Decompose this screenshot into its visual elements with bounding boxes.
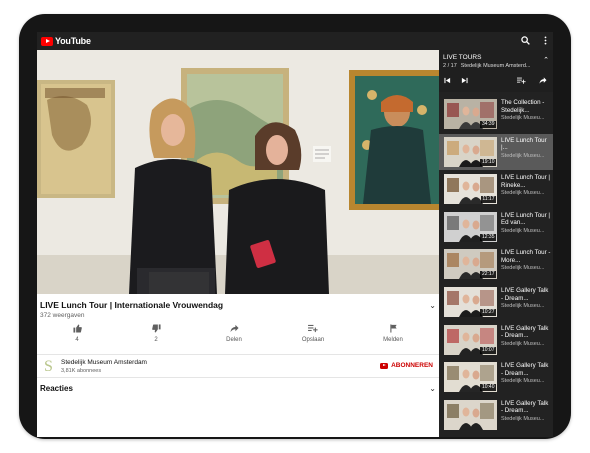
video-duration: 11:17 <box>480 196 496 204</box>
playlist-item-title: LIVE Gallery Talk - Dream... <box>501 362 549 377</box>
dislike-count: 2 <box>154 337 158 343</box>
comments-header[interactable]: Reacties ⌄ <box>40 384 436 393</box>
video-duration: 10:07 <box>480 346 496 354</box>
top-bar: YouTube <box>37 32 553 50</box>
playlist-item-title: LIVE Gallery Talk - Dream... <box>501 324 549 340</box>
video-thumbnail[interactable]: 12:35 <box>444 211 497 242</box>
playlist-item[interactable]: 12:35 LIVE Lunch Tour | Ed van... Stedelij… <box>439 209 553 245</box>
video-thumbnail[interactable]: 22:17 <box>444 249 497 280</box>
share-icon[interactable] <box>539 77 547 86</box>
thumbs-down-icon <box>136 324 176 335</box>
playlist-header: LIVE TOURS 2 / 17 Stedelijk Museum Amster… <box>439 50 553 92</box>
playlist-item-title: The Collection - Stedelijk... <box>501 99 545 114</box>
playlist-item-channel: Stedelijk Museu... <box>501 378 545 385</box>
comments-title: Reacties <box>40 384 73 393</box>
playlist-item[interactable]: 34:39 The Collection - Stedelijk... Stedel… <box>439 96 553 132</box>
expand-description-icon[interactable]: ⌄ <box>429 301 436 310</box>
logo-text: YouTube <box>55 36 91 46</box>
video-thumbnail[interactable]: 19:10 <box>444 136 497 167</box>
playlist-item-title: LIVE Gallery Talk - Dream... <box>501 399 549 415</box>
playlist-title: LIVE TOURS <box>443 54 482 61</box>
screen: YouTube LIVE Lunch Tour | Internationale… <box>37 32 553 437</box>
video-thumbnail[interactable]: 10:27 <box>444 287 497 317</box>
subscribe-button[interactable]: ABONNEREN <box>380 362 433 369</box>
subscribe-label: ABONNEREN <box>391 362 433 369</box>
video-info: LIVE Lunch Tour | Internationale Vrouwen… <box>37 294 439 437</box>
playlist-item-title: LIVE Lunch Tour | Ed van... <box>501 211 550 227</box>
playlist-item-channel: Stedelijk Museu... <box>501 227 545 234</box>
playlist-item-title: LIVE Lunch Tour - More... <box>501 249 551 264</box>
chevron-down-icon[interactable]: ⌄ <box>429 384 436 393</box>
playlist-panel: LIVE TOURS 2 / 17 Stedelijk Museum Amster… <box>439 50 553 437</box>
report-button[interactable]: Melden <box>373 324 413 343</box>
video-duration: 22:17 <box>480 271 496 279</box>
playlist-item[interactable]: 10:07 LIVE Gallery Talk - Dream... Stedeli… <box>439 322 553 358</box>
channel-name[interactable]: Stedelijk Museum Amsterdam <box>61 359 147 366</box>
share-icon <box>214 324 254 335</box>
more-vert-icon[interactable] <box>544 35 547 47</box>
playlist-item-title: LIVE Lunch Tour |... <box>501 136 547 152</box>
search-icon[interactable] <box>521 35 530 47</box>
playlist-item-title: LIVE Lunch Tour | Rineke... <box>501 174 550 189</box>
playlist-item[interactable]: 11:17 LIVE Lunch Tour | Rineke... Stedelij… <box>439 171 553 207</box>
share-button[interactable]: Delen <box>214 324 254 343</box>
playlist-save-icon[interactable] <box>517 77 526 86</box>
video-duration: 12:35 <box>480 233 496 241</box>
video-thumbnail[interactable]: 10:07 <box>444 324 497 355</box>
video-duration: 10:27 <box>480 309 496 316</box>
thumbs-up-icon <box>57 324 97 335</box>
video-thumbnail[interactable]: 11:17 <box>444 174 497 205</box>
playlist-item[interactable]: 19:10 LIVE Lunch Tour |... Stedelijk Museu… <box>439 133 553 170</box>
youtube-logo[interactable]: YouTube <box>41 36 91 46</box>
save-label: Opslaan <box>301 337 325 343</box>
video-frame <box>37 50 439 294</box>
dislike-button[interactable]: 2 <box>136 324 176 343</box>
channel-avatar[interactable]: S <box>40 358 57 375</box>
channel-row: S Stedelijk Museum Amsterdam 3,81K abonn… <box>37 354 439 378</box>
video-title: LIVE Lunch Tour | Internationale Vrouwen… <box>40 300 224 310</box>
playlist-channel: Stedelijk Museum Amsterd... <box>460 63 531 69</box>
playlist-item[interactable]: 10:27 LIVE Gallery Talk - Dream... Stedeli… <box>439 284 553 320</box>
youtube-play-icon <box>380 362 389 369</box>
video-duration: 19:10 <box>480 158 496 166</box>
playlist-item-channel: Stedelijk Museu... <box>501 265 545 272</box>
next-icon[interactable] <box>461 77 468 86</box>
share-label: Delen <box>226 337 242 343</box>
playlist-item-channel: Stedelijk Museu... <box>501 303 545 309</box>
video-thumbnail[interactable]: 34:39 <box>444 99 497 129</box>
playlist-item[interactable]: 10:40 LIVE Gallery Talk - Dream... Stedeli… <box>439 359 553 395</box>
previous-icon[interactable] <box>444 77 451 86</box>
save-button[interactable]: Opslaan <box>293 324 333 343</box>
playlist-item-channel: Stedelijk Museu... <box>501 340 545 347</box>
playlist-item[interactable]: LIVE Gallery Talk - Dream... Stedelijk Mu… <box>439 397 553 433</box>
video-thumbnail[interactable]: 10:40 <box>444 362 497 393</box>
video-thumbnail[interactable] <box>444 399 497 430</box>
playlist-position: 2 / 17 <box>443 63 457 69</box>
video-duration: 34:39 <box>480 121 496 128</box>
view-count: 372 weergaven <box>40 312 85 319</box>
video-duration: 10:40 <box>480 384 496 392</box>
video-player[interactable] <box>37 50 439 294</box>
tablet-frame: YouTube LIVE Lunch Tour | Internationale… <box>19 14 571 439</box>
action-bar: 4 2 Delen Opslaan Melden <box>37 324 439 348</box>
chevron-up-icon[interactable]: ⌃ <box>543 56 549 64</box>
like-button[interactable]: 4 <box>57 324 97 343</box>
playlist-item-channel: Stedelijk Museu... <box>501 152 545 159</box>
playlist-item-title: LIVE Gallery Talk - Dream... <box>501 287 549 302</box>
like-count: 4 <box>75 337 79 343</box>
report-label: Melden <box>383 337 403 343</box>
playlist-item-channel: Stedelijk Museu... <box>501 415 545 422</box>
subscriber-count: 3,81K abonnees <box>61 368 102 374</box>
playlist-item-channel: Stedelijk Museu... <box>501 115 545 121</box>
youtube-play-icon <box>41 36 53 46</box>
playlist-item[interactable]: 22:17 LIVE Lunch Tour - More... Stedelijk … <box>439 246 553 282</box>
flag-icon <box>373 324 413 335</box>
playlist-item-channel: Stedelijk Museu... <box>501 190 545 197</box>
playlist-add-icon <box>293 324 333 335</box>
